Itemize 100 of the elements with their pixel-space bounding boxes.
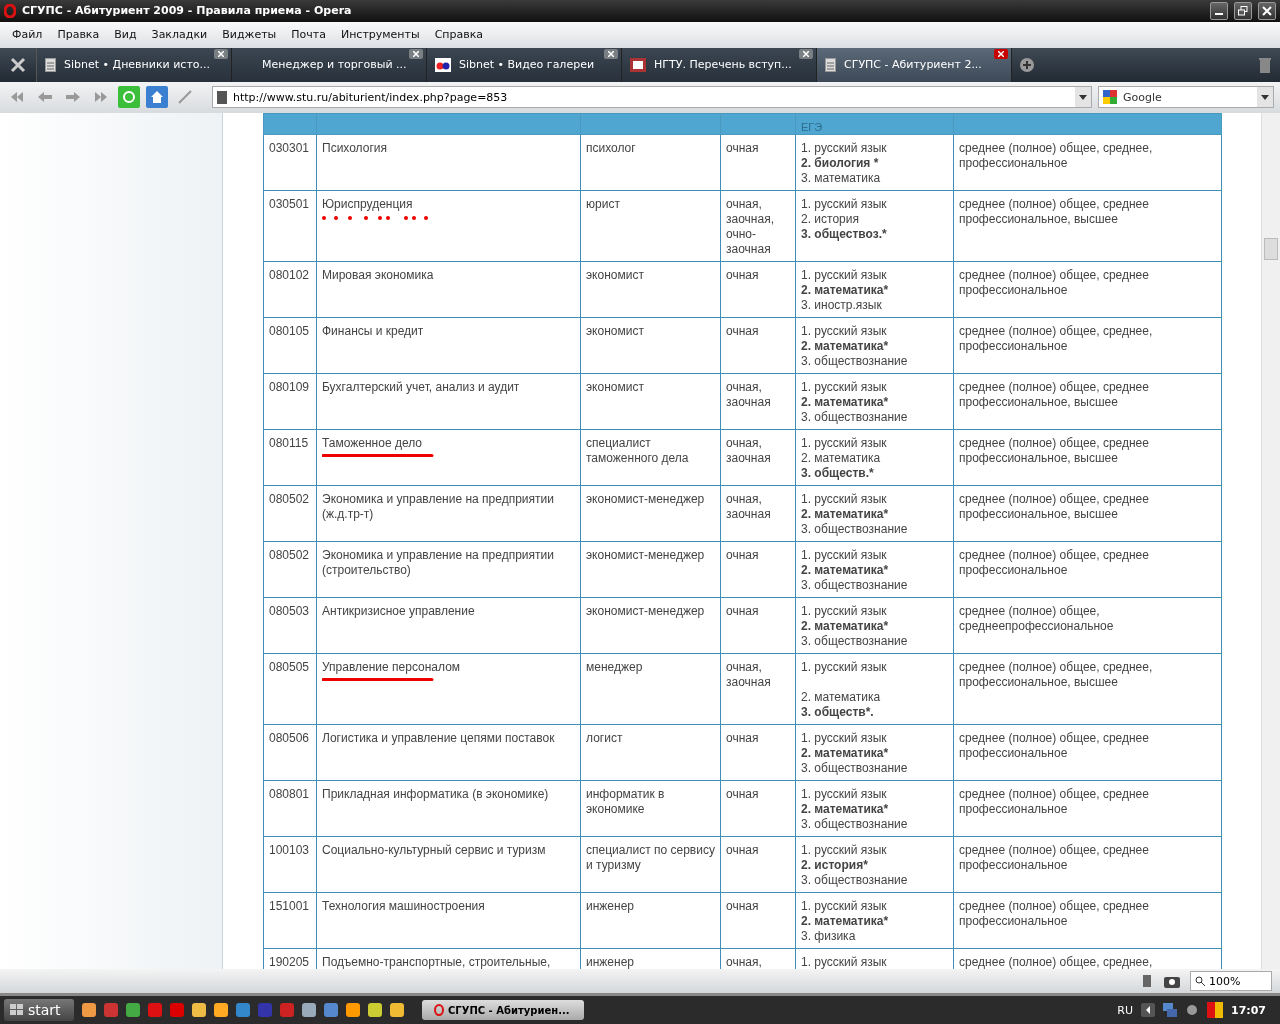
restore-icon [1238,5,1248,16]
table-cell: очная, заочная [720,653,796,725]
menu-item[interactable]: Инструменты [334,28,429,42]
opera-logo-icon [434,1004,444,1017]
search-field[interactable]: Google [1098,86,1274,109]
exam-subject: 1. русский язык [801,547,888,563]
back-arrow-icon [38,92,52,103]
menu-item[interactable]: Справка [428,28,493,42]
table-cell: экономист [580,261,721,318]
menu-item[interactable]: Закладки [145,28,217,42]
rewind-icon [10,92,24,103]
quick-launch-icon[interactable] [236,1003,250,1018]
close-tab-icon[interactable] [604,48,618,59]
exam-subject: 2. математика* [801,801,890,817]
exam-subject: 2. математика [801,688,882,705]
table-cell: среднее (полное) общее, среднее профессиональное, высшее [953,485,1222,542]
table-cell: Управление персоналом [322,659,461,674]
table-cell: 080505 [263,653,317,725]
network-icon[interactable] [1163,1003,1177,1018]
exam-subject: 1. русский язык [801,491,888,507]
table-cell: очная [720,597,796,654]
menu-item[interactable]: Почта [285,28,335,42]
menu-item[interactable]: Правка [51,28,109,42]
expand-tray-icon[interactable] [1141,1003,1155,1018]
opera-logo-icon [4,3,16,18]
table-cell: очная [720,836,796,893]
close-tab-icon[interactable] [799,48,813,59]
close-icon [608,50,614,57]
browser-tab[interactable]: Sibnet • Дневники исто... [37,47,232,82]
exam-subject: 3. обществознание [801,577,909,593]
table-cell: 080109 [263,373,317,430]
menu-item[interactable]: Вид [108,28,146,42]
table-cell: экономист-менеджер [580,485,721,542]
browser-tab[interactable]: Менеджер и торговый ... [232,47,427,82]
table-cell: Юриспруденция [322,196,413,211]
table-cell: специалист по сервису и туризму [580,836,721,893]
table-cell: среднее (полное) общее, среднее профессиональное [953,892,1222,949]
exam-subject: 3. обществознание [801,816,909,832]
quick-launch-icon[interactable] [302,1003,316,1018]
menu-item[interactable]: Виджеты [216,28,286,42]
table-cell: среднее (полное) общее, среднее профессиональное, высшее [953,373,1222,430]
google-icon [1103,90,1117,105]
caret-icon[interactable] [1261,94,1269,100]
menu-item[interactable]: Файл [6,28,52,42]
exam-subject: 2. математика* [801,745,890,761]
browser-tab[interactable]: Sibnet • Видео галереи [427,47,622,82]
table-cell: среднее (полное) общее, среднее профессиональное [953,780,1222,837]
table-cell: 080102 [263,261,317,318]
quick-launch-icon[interactable] [368,1003,382,1018]
close-tab-icon[interactable] [994,48,1008,59]
quick-launch-icon[interactable] [346,1003,360,1018]
caret-icon[interactable] [1079,94,1087,100]
table-cell: Логистика и управление цепями поставок [322,730,555,745]
zoom-field[interactable]: 100% [1190,971,1272,992]
minimize-button[interactable] [1210,1,1228,20]
table-cell: очная, заочная [720,373,796,430]
table-cell: среднее (полное) общее, среднее профессиональное, высшее [953,429,1222,486]
quick-launch-icon[interactable] [192,1003,206,1018]
table-cell: экономист [580,373,721,430]
exam-subject: 1. русский язык [801,842,888,858]
table-cell: экономист-менеджер [580,541,721,598]
start-button[interactable]: start [4,999,74,1022]
exam-subject: 2. история [801,211,860,227]
quick-launch-icon[interactable] [324,1003,338,1018]
exam-subject: 3. физика [801,928,857,944]
taskbar-button[interactable]: СГУПС - Абитуриен... [422,1000,584,1021]
quick-launch-icon[interactable] [214,1003,228,1018]
close-tab-icon[interactable] [214,48,228,59]
quick-launch-icon[interactable] [126,1003,140,1018]
close-icon [1262,5,1272,16]
address-field[interactable]: http://www.stu.ru/abiturient/index.php?page=853 [212,86,1092,109]
exam-subject: 3. обществознание [801,353,909,369]
quick-launch-icon[interactable] [82,1003,96,1018]
camera-icon[interactable] [1164,974,1180,989]
site-icon [630,57,646,72]
table-cell: очная [720,541,796,598]
trash-icon[interactable] [1259,56,1271,73]
exam-subject: 1. русский язык [801,323,888,339]
page-icon [825,57,836,72]
table-cell: Экономика и управление на предприятии (строительство) [322,547,554,577]
tools-icon [9,55,27,74]
scrollbar[interactable] [1261,112,1280,970]
pen-icon [178,90,192,105]
restore-button[interactable] [1234,1,1252,20]
close-tab-icon[interactable] [409,48,423,59]
table-cell: специалист таможенного дела [580,429,721,486]
new-tab-icon[interactable] [1020,57,1034,72]
home-button[interactable] [146,86,168,109]
table-cell: очная [720,724,796,781]
browser-tab[interactable]: НГТУ. Перечень вступ... [622,47,817,82]
page-icon [217,90,227,104]
language-indicator[interactable]: RU [1117,1003,1133,1017]
quick-launch-icon[interactable] [390,1003,404,1018]
table-cell: очная [720,317,796,374]
search-icon [1195,976,1205,987]
close-button[interactable] [1258,1,1276,20]
table-cell: Финансы и кредит [322,323,424,338]
table-cell: Подъемно-транспортные, строительные, [322,954,551,969]
exam-subject: 3. иностр.язык [801,297,883,313]
browser-tab[interactable]: СГУПС - Абитуриент 2... [817,47,1012,82]
